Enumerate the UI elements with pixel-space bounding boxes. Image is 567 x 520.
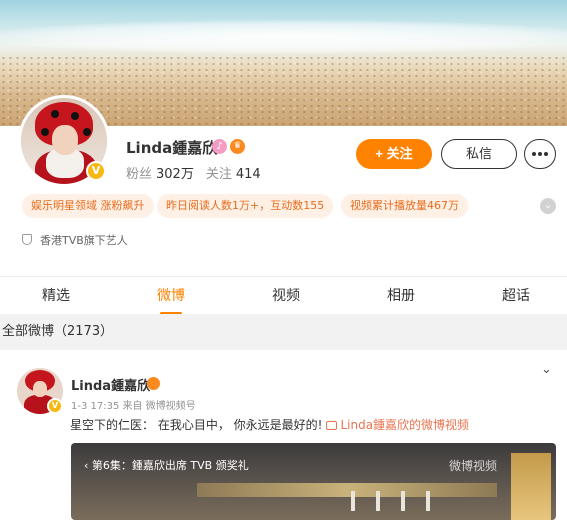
crown-badge-icon[interactable]: ♛ [230, 139, 245, 154]
following-label: 关注 [205, 167, 232, 182]
profile-description: 香港TVB旗下艺人 [22, 232, 128, 248]
post-video[interactable] [71, 443, 556, 520]
post-avatar-face [33, 381, 47, 397]
avatar-hat-dot [51, 110, 59, 118]
followers-label: 粉丝 [126, 167, 153, 182]
tab-weibo[interactable]: 微博 [141, 277, 201, 315]
video-figure [401, 491, 405, 511]
video-link-icon [326, 421, 338, 430]
avatar-hat-dot [71, 112, 79, 120]
tab-featured[interactable]: 精选 [26, 277, 86, 315]
post-author[interactable]: Linda鍾嘉欣 [71, 375, 150, 394]
video-gold-decor [511, 453, 551, 520]
tag-trending[interactable]: 娱乐明星领域 涨粉飙升 [22, 194, 154, 218]
shield-icon [22, 234, 32, 245]
post-chevron-down-icon[interactable]: ⌄ [541, 362, 552, 377]
avatar-face [52, 125, 78, 155]
cover-wave [0, 20, 567, 54]
tab-video[interactable]: 视频 [256, 277, 316, 315]
profile-tabs: 精选 微博 视频 相册 超话 [0, 276, 567, 315]
message-button[interactable]: 私信 [441, 139, 517, 169]
video-watermark: 微博视频 [449, 459, 498, 473]
follow-button[interactable]: + 关注 [356, 139, 432, 169]
post-body: 星空下的仁医： 在我心目中， 你永远是最好的! [70, 418, 323, 432]
tab-super-topic[interactable]: 超话 [486, 277, 546, 315]
verified-badge-icon: V [86, 161, 106, 181]
followers-count[interactable]: 302万 [156, 167, 194, 182]
post-text: 星空下的仁医： 在我心目中， 你永远是最好的! Linda鍾嘉欣的微博视频 [70, 416, 469, 433]
video-title: ‹ 第6集：鍾嘉欣出席 TVB 颁奖礼 [84, 459, 249, 472]
video-figure [376, 491, 380, 511]
tag-video-plays[interactable]: 视频累计播放量467万 [341, 194, 468, 218]
more-options-button[interactable] [524, 139, 556, 169]
member-badge-icon[interactable]: ♪ [212, 139, 227, 154]
more-dot [544, 152, 548, 156]
post-video-link[interactable]: Linda鍾嘉欣的微博视频 [340, 418, 469, 432]
avatar-hat-dot [41, 128, 49, 136]
post-crown-icon[interactable] [147, 377, 160, 390]
video-figure [351, 491, 355, 511]
more-dot [532, 152, 536, 156]
description-text: 香港TVB旗下艺人 [40, 234, 128, 247]
post-meta: 1-3 17:35 来自 微博视频号 [71, 401, 196, 412]
video-stage [197, 483, 497, 497]
more-dot [538, 152, 542, 156]
video-figure [426, 491, 430, 511]
following-count[interactable]: 414 [236, 167, 261, 182]
post-verified-badge-icon: V [47, 398, 63, 414]
profile-name: Linda鍾嘉欣 [126, 139, 218, 157]
section-all-posts[interactable]: 全部微博（2173） [0, 314, 567, 350]
profile-stats: 粉丝 302万 关注 414 [126, 163, 273, 182]
avatar-hat-dot [83, 128, 91, 136]
tab-album[interactable]: 相册 [371, 277, 431, 315]
chevron-down-icon[interactable]: ⌄ [540, 198, 556, 214]
video-title-text: 第6集：鍾嘉欣出席 TVB 颁奖礼 [91, 459, 249, 472]
tag-readers[interactable]: 昨日阅读人数1万+，互动数155 [157, 194, 334, 218]
